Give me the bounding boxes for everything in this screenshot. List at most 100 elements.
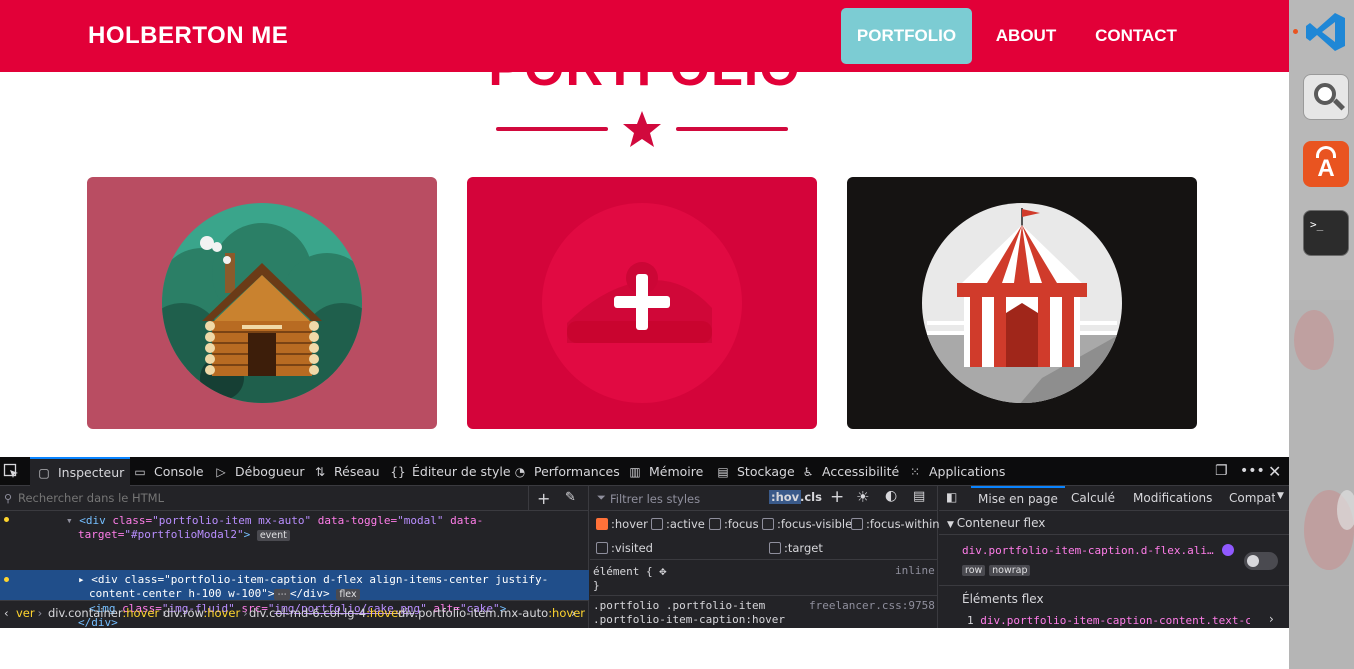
chevron-down-icon[interactable]: ▼ xyxy=(1277,491,1284,501)
html-search-input[interactable] xyxy=(18,491,508,505)
brand-link[interactable]: HOLBERTON ME xyxy=(88,22,288,50)
chevron-right-icon[interactable]: › xyxy=(1269,612,1274,626)
attr-text: class= xyxy=(112,514,153,527)
tab-console[interactable]: ▭ Console xyxy=(132,457,203,486)
collapsed-badge[interactable]: ⋯ xyxy=(274,589,290,600)
event-badge[interactable]: event xyxy=(256,530,290,541)
light-mode-icon[interactable]: ☀ xyxy=(856,488,869,506)
breadcrumb-state: :hover xyxy=(548,606,585,620)
checkbox[interactable] xyxy=(709,518,721,530)
element-rule[interactable]: élément { ✥ xyxy=(593,564,666,578)
add-node-icon[interactable]: + xyxy=(537,489,550,508)
add-rule-icon[interactable]: + xyxy=(830,487,844,507)
dark-mode-icon[interactable]: ◐ xyxy=(885,488,897,504)
divider-line-right xyxy=(676,127,788,131)
eyedropper-icon[interactable]: ✎ xyxy=(565,490,576,505)
flex-item-selector: div.portfolio-item-caption-content.text-… xyxy=(980,614,1251,627)
tab-debugger[interactable]: ▷ Débogueur xyxy=(213,457,304,486)
html-node-line[interactable]: ▾ <div class="portfolio-item mx-auto" da… xyxy=(66,514,655,527)
search-icon: ⚲ xyxy=(4,492,13,505)
breadcrumb-item[interactable]: ver › xyxy=(16,601,45,625)
flex-badges: row nowrap xyxy=(962,562,1031,576)
cls-toggle[interactable]: .cls xyxy=(800,490,822,504)
tab-accessibility[interactable]: ♿ Accessibilité xyxy=(800,457,900,486)
rules-filter-input[interactable]: Filtrer les styles xyxy=(610,492,700,506)
flex-container-selector[interactable]: div.portfolio-item-caption.d-flex.ali… xyxy=(962,544,1224,557)
tab-changes[interactable]: Modifications xyxy=(1133,486,1212,511)
vscode-icon[interactable] xyxy=(1303,9,1349,55)
toggle-sidebar-icon[interactable]: ◧ xyxy=(946,490,957,504)
nav-link-about[interactable]: ABOUT xyxy=(985,8,1067,64)
value-text: content-center h-100 w-100" xyxy=(89,587,268,600)
dock-mode-icon[interactable]: ❐ xyxy=(1215,457,1228,486)
node-target-icon[interactable]: ✥ xyxy=(659,564,666,578)
flex-badge[interactable]: flex xyxy=(336,589,360,600)
tab-computed[interactable]: Calculé xyxy=(1071,486,1115,511)
tab-compatibility[interactable]: Compati xyxy=(1229,486,1275,511)
image-viewer-icon[interactable] xyxy=(1303,74,1349,120)
checkbox[interactable] xyxy=(762,518,774,530)
gauge-icon: ◔ xyxy=(514,465,526,479)
tab-layout[interactable]: Mise en page xyxy=(971,486,1065,511)
portfolio-item-cabin[interactable] xyxy=(87,177,437,429)
html-node-line[interactable]: ▸ <div class="portfolio-item-caption d-f… xyxy=(78,573,667,586)
rule-source-link[interactable]: freelancer.css:9758 xyxy=(809,599,935,612)
change-marker xyxy=(4,517,9,522)
portfolio-item-cake[interactable] xyxy=(467,177,817,429)
pseudo-target[interactable]: :target xyxy=(769,541,823,555)
breadcrumb-label: div.col-md-6.col-lg-4 xyxy=(249,606,367,620)
pseudo-focus-within[interactable]: :focus-within xyxy=(851,517,940,531)
pseudo-visited[interactable]: :visited xyxy=(596,541,653,555)
value-text: "modal" xyxy=(397,514,444,527)
software-store-icon[interactable]: A xyxy=(1303,141,1349,187)
value-text: "#portfolioModal2" xyxy=(124,528,244,541)
nav-link-contact[interactable]: CONTACT xyxy=(1086,8,1186,64)
breadcrumb-state: :hover xyxy=(203,606,241,620)
tag-text: > xyxy=(243,528,251,541)
tab-inspector[interactable]: ▢ Inspecteur xyxy=(30,457,131,486)
tab-style-editor[interactable]: {} Éditeur de style xyxy=(390,457,510,486)
highlight-toggle[interactable] xyxy=(1244,552,1278,570)
pseudo-active[interactable]: :active xyxy=(651,517,705,531)
tab-network[interactable]: ⇅ Réseau xyxy=(312,457,380,486)
pseudo-focus-visible[interactable]: :focus-visible xyxy=(762,517,852,531)
tab-label: Mémoire xyxy=(649,464,704,479)
checkbox[interactable] xyxy=(851,518,863,530)
html-node-line[interactable]: target="#portfolioModal2"> event xyxy=(78,528,667,542)
flex-item-row[interactable]: 1 div.portfolio-item-caption-content.tex… xyxy=(967,614,1250,627)
breadcrumb-item[interactable]: div.col-md-6.col-lg-4:hover › xyxy=(249,601,413,625)
checkbox[interactable] xyxy=(596,542,608,554)
pseudo-label: :active xyxy=(666,517,705,531)
value-text: "portfolio-item mx-auto" xyxy=(152,514,312,527)
portfolio-item-circus[interactable] xyxy=(847,177,1197,429)
tab-performance[interactable]: ◔ Performances xyxy=(512,457,620,486)
nav-link-portfolio[interactable]: PORTFOLIO xyxy=(841,8,972,64)
tab-storage[interactable]: ▤ Stockage xyxy=(715,457,794,486)
breadcrumb-item[interactable]: div.portfolio-item.mx-auto:hover xyxy=(398,601,585,625)
flex-container-header[interactable]: ▼ Conteneur flex xyxy=(947,516,1045,530)
breadcrumb-item[interactable]: div.row:hover › xyxy=(163,601,251,625)
checkbox[interactable] xyxy=(769,542,781,554)
webpage-viewport: PORTFOLIO HOLBERTON ME PORTFOLIO ABOUT C… xyxy=(0,0,1289,457)
html-search-bar: ⚲ + ✎ xyxy=(0,486,589,511)
terminal-icon[interactable]: >_ xyxy=(1303,210,1349,256)
highlight-color-swatch[interactable] xyxy=(1222,544,1234,556)
print-icon[interactable]: ▤ xyxy=(913,489,925,504)
checkbox-checked[interactable] xyxy=(596,518,608,530)
pseudo-focus[interactable]: :focus xyxy=(709,517,759,531)
checkbox[interactable] xyxy=(651,518,663,530)
breadcrumb-scroll-right-icon[interactable]: › xyxy=(571,601,576,625)
ubuntu-dock: A >_ xyxy=(1289,0,1354,669)
tab-memory[interactable]: ▥ Mémoire xyxy=(627,457,703,486)
breadcrumb-label: ver xyxy=(16,606,35,620)
hov-toggle[interactable]: :hov xyxy=(769,490,802,504)
pseudo-label: :visited xyxy=(611,541,653,555)
tab-applications[interactable]: ⁙ Applications xyxy=(907,457,1005,486)
more-options-icon[interactable]: ••• xyxy=(1240,457,1265,486)
breadcrumb-scroll-left-icon[interactable]: ‹ xyxy=(4,601,9,625)
plus-icon xyxy=(614,274,670,330)
pseudo-hover[interactable]: :hover xyxy=(596,517,648,531)
breadcrumb-item[interactable]: div.container:hover › xyxy=(48,601,170,625)
element-picker-icon[interactable] xyxy=(3,463,19,479)
close-icon[interactable]: ✕ xyxy=(1268,457,1281,486)
